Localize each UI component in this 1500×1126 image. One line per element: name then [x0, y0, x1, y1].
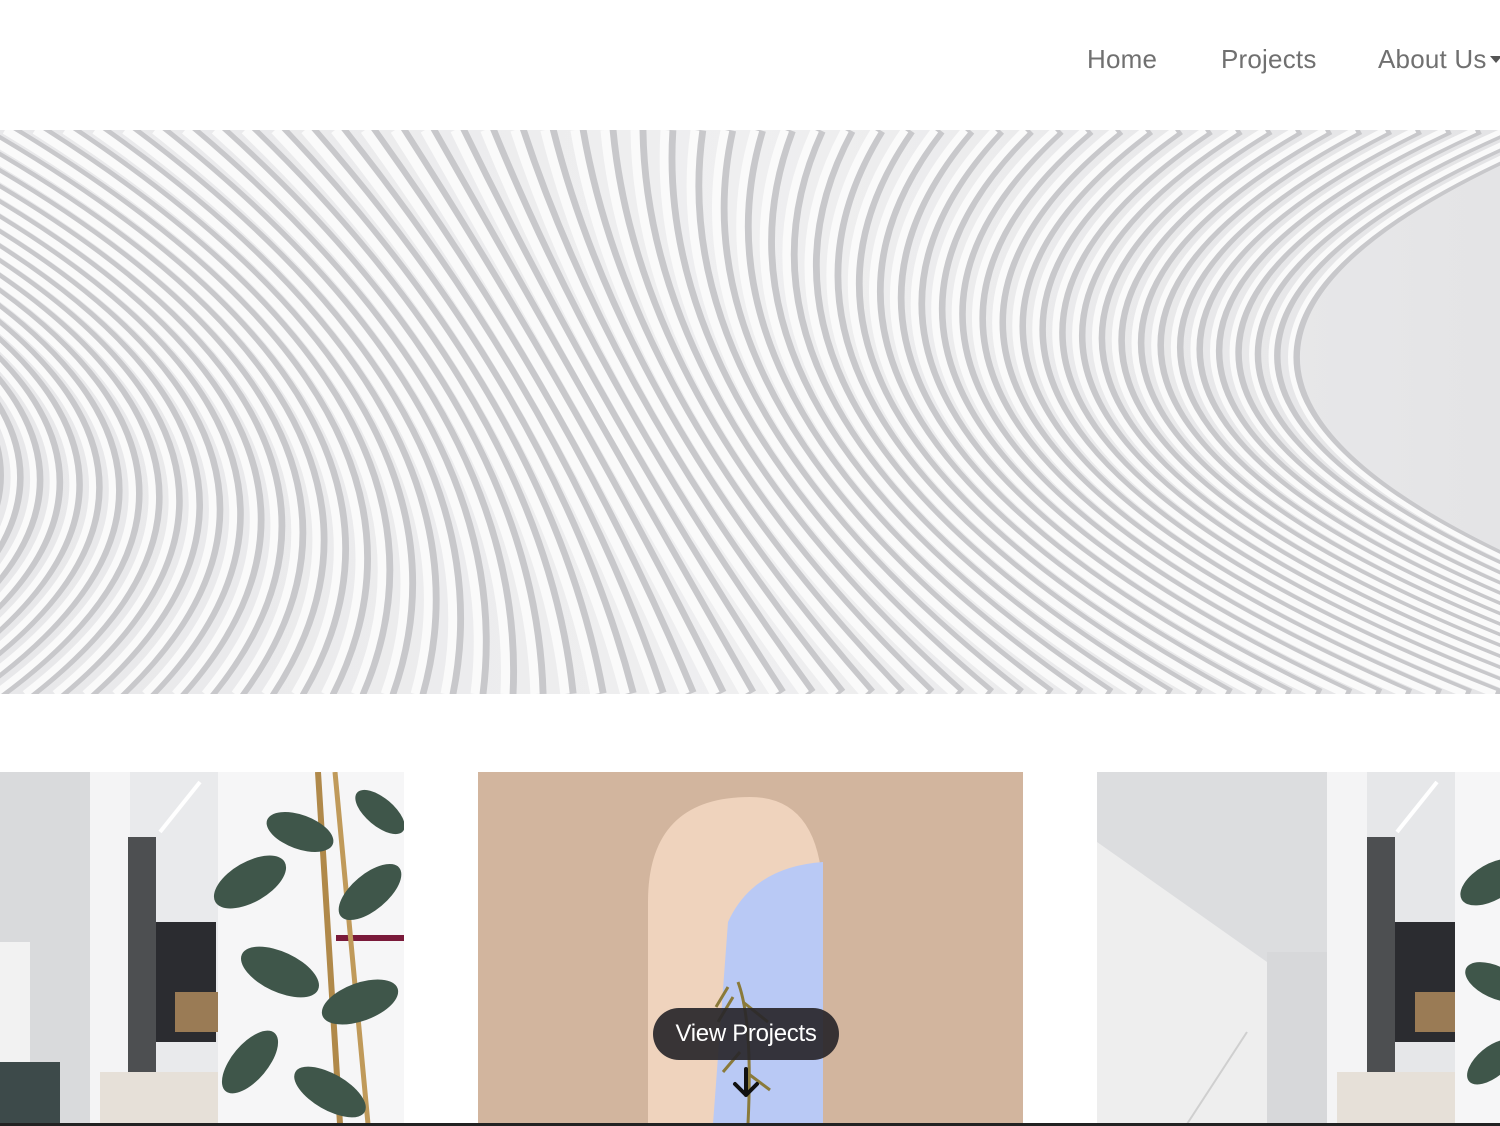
nav-projects-link[interactable]: Projects [1221, 44, 1317, 75]
nav-about-us-dropdown[interactable]: About Us [1378, 44, 1487, 75]
staircase-hallway-image [1097, 772, 1500, 1124]
hero-image [0, 130, 1500, 694]
arrow-down-icon[interactable] [730, 1066, 762, 1100]
project-tile-staircase[interactable] [1097, 772, 1500, 1124]
caret-down-icon[interactable] [1490, 56, 1500, 63]
hero-architecture-image [0, 130, 1500, 694]
site-header: Home Projects About Us [0, 0, 1500, 130]
main-nav: Home Projects About Us [0, 44, 1500, 84]
view-projects-button[interactable]: View Projects [653, 1008, 839, 1060]
hallway-plant-image [0, 772, 404, 1124]
project-tile-hallway[interactable] [0, 772, 404, 1124]
nav-home-link[interactable]: Home [1087, 44, 1157, 75]
